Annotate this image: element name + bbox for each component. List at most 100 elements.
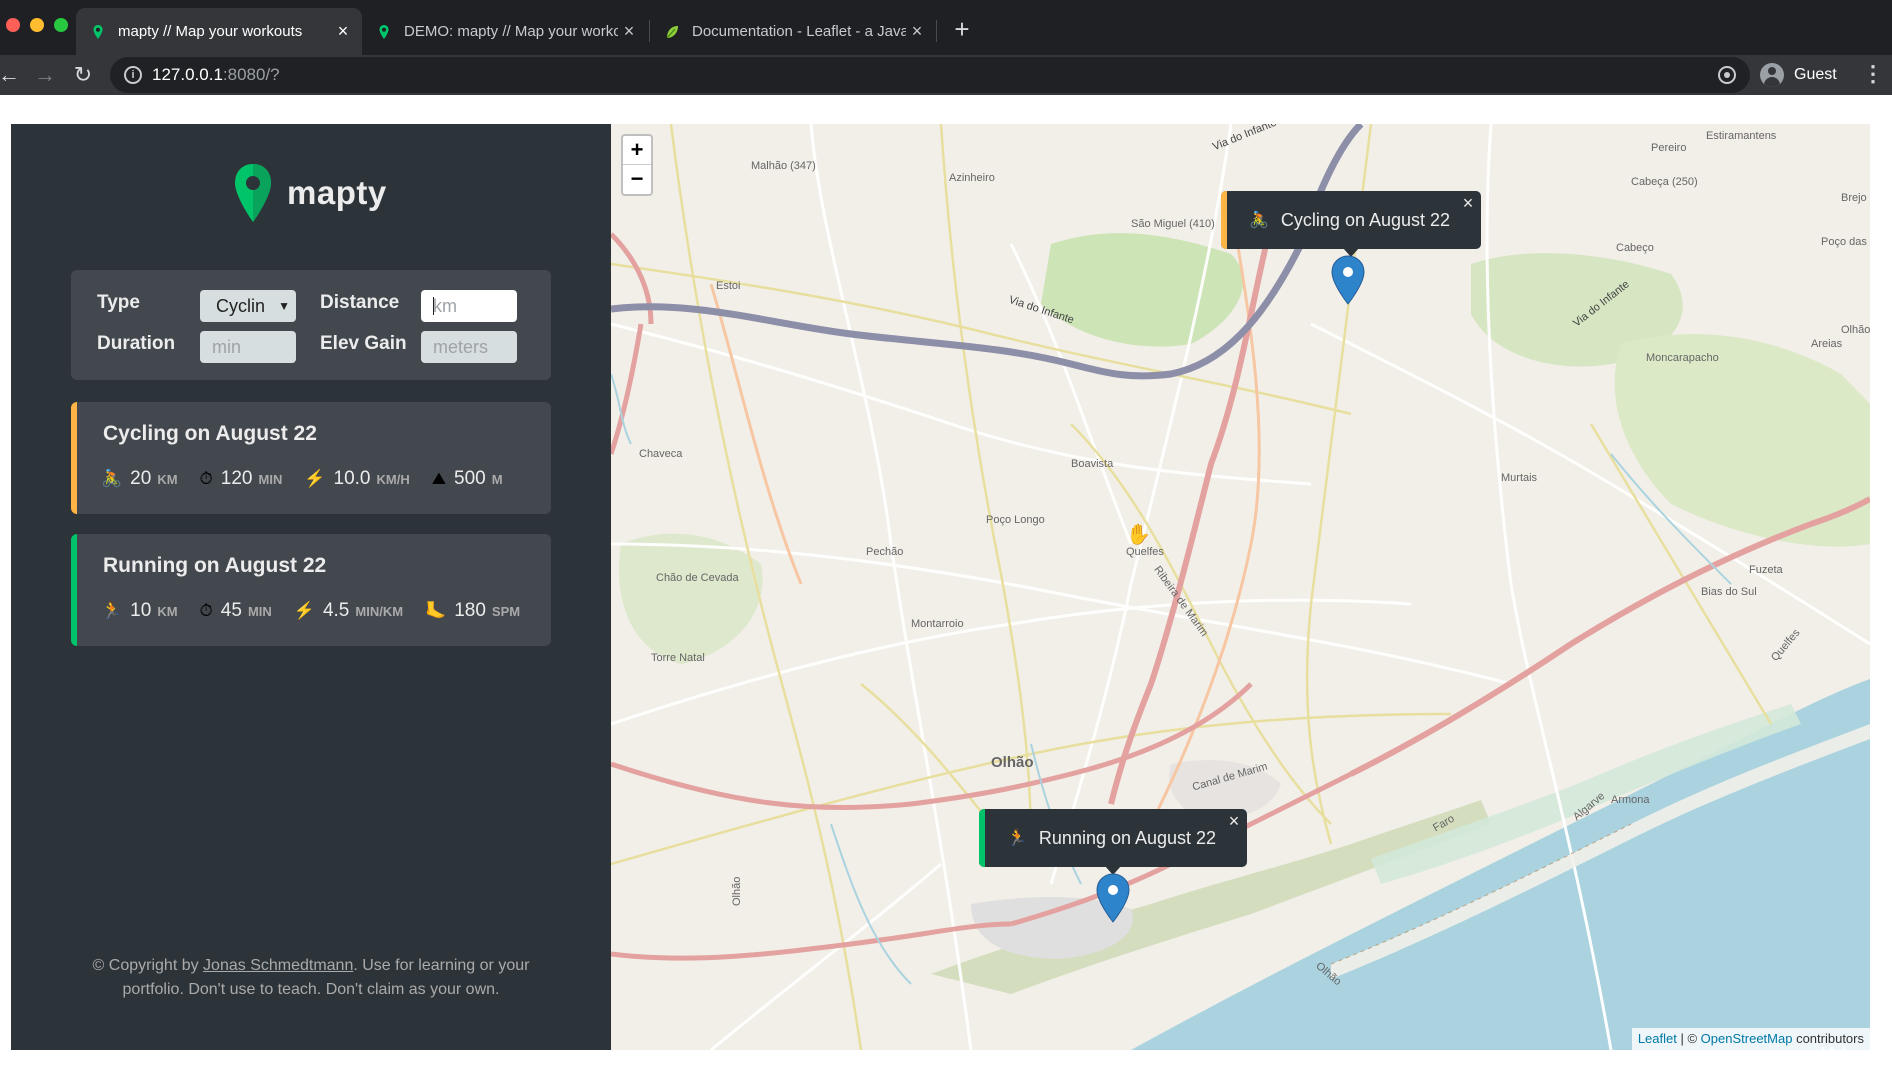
popup-close-icon[interactable]: × (1225, 811, 1243, 832)
back-arrow-icon[interactable]: ← (0, 59, 24, 91)
stat-value: 120 (220, 468, 253, 489)
popup-text: Cycling on August 22 (1280, 209, 1451, 230)
window-close-button[interactable] (6, 18, 20, 32)
elev-gain-input[interactable]: meters (421, 331, 517, 363)
map-place-label: Torre Natal (651, 652, 705, 664)
tab-divider (936, 20, 937, 42)
map-place-label: Cabeço (1616, 242, 1654, 254)
stat-unit: KM (157, 604, 178, 619)
footprint-icon: 🦶 (425, 601, 447, 620)
zoom-out-button[interactable]: − (623, 165, 651, 194)
duration-input[interactable]: min (200, 331, 296, 363)
zoom-in-button[interactable]: + (623, 136, 651, 165)
map[interactable]: + − Malhão (347) Azinheiro São Miguel (410… (611, 124, 1870, 1050)
map-place-label: Armona (1611, 794, 1650, 806)
map-place-label: Quelfes (1126, 546, 1164, 558)
location-icon[interactable] (1718, 66, 1736, 84)
profile-label: Guest (1794, 66, 1837, 83)
workout-card-running[interactable]: Running on August 22 🏃 10 KM ⏱ 45 MIN ⚡ 4.5 MI… (71, 534, 551, 646)
map-place-label: Boavista (1071, 458, 1114, 470)
stat-unit: MIN (258, 472, 283, 487)
address-url[interactable]: 127.0.0.1:8080/? (152, 65, 280, 85)
stat-value: 20 (130, 468, 152, 489)
mapty-favicon-icon (379, 24, 389, 39)
logo-text: mapty (287, 174, 387, 211)
grab-cursor-icon: ✋ (1126, 524, 1151, 546)
popup-text: Running on August 22 (1038, 827, 1217, 848)
map-tiles (611, 124, 1870, 1050)
author-link[interactable]: Jonas Schmedtmann (203, 957, 353, 974)
elev-gain-placeholder: meters (433, 337, 489, 357)
workout-stat-distance: 🚴 20 KM (101, 468, 178, 490)
map-place-label: Montarroio (911, 618, 964, 630)
tab-title: Documentation - Leaflet - a JavaScript l… (692, 23, 906, 40)
window-minimize-button[interactable] (30, 18, 44, 32)
map-marker-icon[interactable] (1096, 873, 1130, 923)
workout-title: Running on August 22 (103, 554, 327, 577)
leaflet-link[interactable]: Leaflet (1638, 1031, 1677, 1046)
popup-close-icon[interactable]: × (1459, 193, 1477, 214)
new-tab-plus-icon[interactable]: + (950, 14, 974, 44)
workout-stats: 🚴 20 KM ⏱ 120 MIN ⚡ 10.0 KM/H ⛰ 500 M (101, 468, 525, 490)
tab-leaflet-docs[interactable]: Documentation - Leaflet - a JavaScript l… (650, 8, 936, 55)
profile-button[interactable]: Guest (1760, 59, 1837, 91)
workout-form: Type Cyclin ▼ Distance km Duration min E… (71, 270, 551, 380)
address-bar[interactable]: i 127.0.0.1:8080/? (110, 57, 1750, 93)
map-place-label: Fuzeta (1749, 564, 1783, 576)
map-place-label: Cabeça (250) (1631, 176, 1698, 188)
tab-mapty[interactable]: mapty // Map your workouts × (76, 8, 362, 55)
map-popup-running[interactable]: 🏃 Running on August 22 × (979, 809, 1247, 875)
elev-gain-label: Elev Gain (320, 333, 407, 354)
map-place-label: Chaveca (639, 448, 683, 460)
map-popup-cycling[interactable]: 🚴 Cycling on August 22 × (1221, 191, 1481, 257)
workout-stat-pace: ⚡ 4.5 MIN/KM (294, 600, 403, 622)
distance-placeholder: km (433, 296, 457, 316)
window-zoom-button[interactable] (54, 18, 68, 32)
stat-value: 4.5 (322, 600, 350, 621)
browser-menu-icon[interactable]: ⋮ (1862, 59, 1884, 91)
type-select[interactable]: Cyclin ▼ (200, 290, 296, 322)
site-info-icon[interactable]: i (124, 66, 142, 84)
stat-unit: M (491, 472, 503, 487)
openstreetmap-link[interactable]: OpenStreetMap (1701, 1031, 1793, 1046)
map-place-label: Moncarapacho (1646, 352, 1719, 364)
tab-close-icon[interactable]: × (906, 21, 928, 42)
popup-color-stripe (1221, 191, 1227, 249)
tab-demo-mapty[interactable]: DEMO: mapty // Map your workouts × (362, 8, 648, 55)
workout-title: Cycling on August 22 (103, 422, 317, 445)
map-place-label: Olhão (991, 754, 1034, 771)
workout-card-cycling[interactable]: Cycling on August 22 🚴 20 KM ⏱ 120 MIN ⚡ 10.0… (71, 402, 551, 514)
map-place-label: Pereiro (1651, 142, 1687, 154)
map-place-label: Poço das Figueiras (1821, 236, 1870, 248)
reload-icon[interactable]: ↻ (68, 59, 98, 91)
map-place-label: São Miguel (410) (1131, 218, 1215, 230)
copyright: © Copyright by Jonas Schmedtmann. Use fo… (71, 954, 551, 1002)
workout-stat-cadence: 🦶 180 SPM (425, 600, 520, 622)
copyright-prefix: © Copyright by (92, 957, 204, 974)
url-host: 127.0.0.1 (152, 65, 223, 84)
cyclist-icon: 🚴 (101, 469, 123, 488)
popup-color-stripe (979, 809, 985, 867)
zoom-control: + − (621, 134, 653, 196)
chevron-down-icon: ▼ (278, 299, 290, 313)
workout-stat-distance: 🏃 10 KM (101, 600, 178, 622)
map-place-label: Bias do Sul (1701, 586, 1757, 598)
map-place-label: Murtais (1501, 472, 1538, 484)
stat-unit: MIN (247, 604, 272, 619)
stat-value: 10 (130, 600, 152, 621)
sidebar: mapty Type Cyclin ▼ Distance km Duration… (11, 124, 611, 1050)
tab-close-icon[interactable]: × (332, 21, 354, 42)
workout-stat-duration: ⏱ 120 MIN (200, 468, 283, 490)
map-marker-icon[interactable] (1331, 255, 1365, 305)
lightning-icon: ⚡ (304, 469, 326, 488)
distance-input[interactable]: km (421, 290, 517, 322)
udemy-watermark: Udemy (1820, 1044, 1887, 1066)
forward-arrow-icon[interactable]: → (30, 59, 60, 91)
browser-tab-bar: mapty // Map your workouts × DEMO: mapty… (0, 0, 1892, 55)
tab-close-icon[interactable]: × (618, 21, 640, 42)
workout-stat-duration: ⏱ 45 MIN (200, 600, 272, 622)
mountain-icon: ⛰ (431, 469, 446, 488)
runner-icon: 🏃 (101, 601, 123, 620)
stat-unit: KM (157, 472, 178, 487)
distance-label: Distance (320, 292, 400, 313)
